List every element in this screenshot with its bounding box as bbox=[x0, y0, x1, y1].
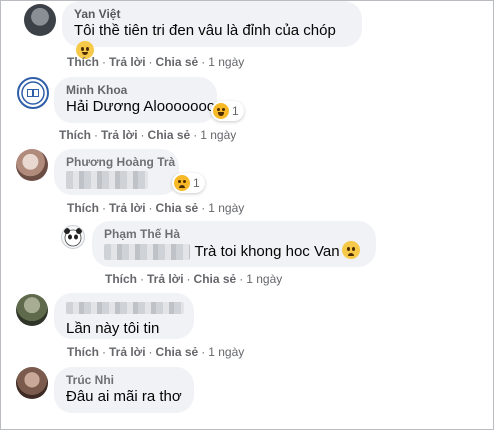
reply-button[interactable]: Trả lời bbox=[147, 272, 184, 286]
reaction-count: 1 bbox=[193, 176, 200, 190]
comment-bubble: Phạm Thế Hà Trà toi khong hoc Van bbox=[92, 221, 376, 267]
sad-reaction-icon bbox=[174, 175, 190, 191]
comment-author[interactable]: Trúc Nhi bbox=[66, 373, 182, 387]
comment-thread: Yan Việt Tôi thề tiên tri đen vâu là đỉn… bbox=[0, 0, 494, 430]
timestamp[interactable]: 1 ngày bbox=[200, 128, 236, 142]
like-button[interactable]: Thích bbox=[67, 345, 99, 359]
share-button[interactable]: Chia sẻ bbox=[156, 55, 199, 69]
share-button[interactable]: Chia sẻ bbox=[148, 128, 191, 142]
reaction-badge[interactable]: 1 bbox=[211, 101, 244, 121]
comment-author[interactable]: Phương Hoàng Trà bbox=[66, 155, 175, 169]
timestamp[interactable]: 1 ngày bbox=[246, 272, 282, 286]
comment-bubble: Lần này tôi tin bbox=[54, 293, 194, 339]
timestamp[interactable]: 1 ngày bbox=[208, 55, 244, 69]
haha-reaction-icon bbox=[213, 103, 229, 119]
comment-bubble: Minh Khoa Hải Dương Alooooooo bbox=[54, 77, 217, 123]
avatar[interactable] bbox=[17, 77, 49, 109]
comment-text: Lần này tôi tin bbox=[66, 320, 160, 337]
comment-bubble: Trúc Nhi Đâu ai mãi ra thơ bbox=[54, 367, 194, 413]
avatar[interactable] bbox=[61, 225, 85, 249]
comment-actions: Thích · Trả lời · Chia sẻ · 1 ngày bbox=[67, 345, 245, 359]
reaction-badge[interactable]: 1 bbox=[172, 173, 205, 193]
timestamp[interactable]: 1 ngày bbox=[208, 345, 244, 359]
comment-actions: Thích · Trả lời · Chia sẻ · 1 ngày bbox=[59, 128, 237, 142]
comment-text: Trà toi khong hoc Van bbox=[194, 243, 340, 260]
comment-actions: Thích · Trả lời · Chia sẻ · 1 ngày bbox=[105, 272, 283, 286]
like-button[interactable]: Thích bbox=[59, 128, 91, 142]
like-button[interactable]: Thích bbox=[67, 201, 99, 215]
share-button[interactable]: Chia sẻ bbox=[156, 345, 199, 359]
comment-text: Hải Dương Alooooooo bbox=[66, 98, 216, 115]
reply-button[interactable]: Trả lời bbox=[109, 345, 146, 359]
share-button[interactable]: Chia sẻ bbox=[156, 201, 199, 215]
comment-author[interactable]: Yan Việt bbox=[74, 7, 350, 21]
comment-bubble: Phương Hoàng Trà bbox=[54, 149, 179, 195]
comment-actions: Thích · Trả lời · Chia sẻ · 1 ngày bbox=[67, 201, 245, 215]
panda-avatar-icon bbox=[64, 228, 82, 247]
like-button[interactable]: Thích bbox=[67, 55, 99, 69]
reply-button[interactable]: Trả lời bbox=[109, 201, 146, 215]
share-button[interactable]: Chia sẻ bbox=[194, 272, 237, 286]
redacted-text bbox=[66, 171, 148, 189]
comment-bubble: Yan Việt Tôi thề tiên tri đen vâu là đỉn… bbox=[62, 1, 362, 59]
comment-actions: Thích · Trả lời · Chia sẻ · 1 ngày bbox=[67, 55, 245, 69]
reaction-count: 1 bbox=[232, 104, 239, 118]
sad-emoji-icon bbox=[341, 241, 360, 259]
comment-author[interactable]: Phạm Thế Hà bbox=[104, 227, 364, 241]
comment-text: Đâu ai mãi ra thơ bbox=[66, 388, 182, 405]
avatar[interactable] bbox=[16, 367, 48, 399]
avatar[interactable] bbox=[16, 294, 48, 326]
comment-text: Tôi thề tiên tri đen vâu là đỉnh của chó… bbox=[74, 22, 336, 39]
timestamp[interactable]: 1 ngày bbox=[208, 201, 244, 215]
reply-button[interactable]: Trả lời bbox=[109, 55, 146, 69]
avatar[interactable] bbox=[16, 149, 48, 181]
comment-author[interactable]: Minh Khoa bbox=[66, 83, 205, 97]
redacted-author bbox=[66, 301, 184, 314]
redacted-text bbox=[104, 243, 190, 260]
like-button[interactable]: Thích bbox=[105, 272, 137, 286]
avatar[interactable] bbox=[24, 4, 56, 36]
school-logo-icon bbox=[21, 81, 45, 105]
reply-button[interactable]: Trả lời bbox=[101, 128, 138, 142]
